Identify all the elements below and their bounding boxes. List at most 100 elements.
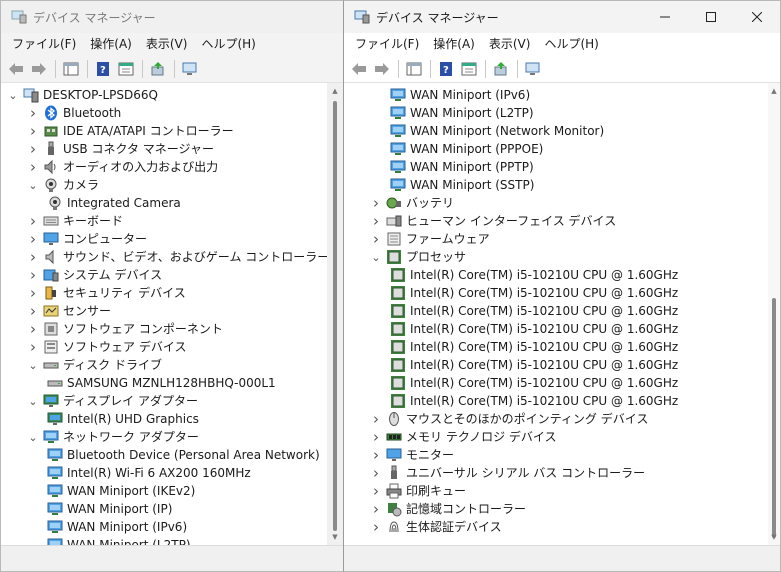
scrollbar-thumb[interactable] [772, 298, 776, 538]
device-category[interactable]: › オーディオの入力および出力 [27, 158, 218, 176]
scroll-down-icon[interactable]: ▼ [327, 533, 343, 541]
device-category[interactable]: › IDE ATA/ATAPI コントローラー [27, 122, 234, 140]
chevron-down-icon[interactable]: ⌄ [27, 392, 39, 410]
menu-help[interactable]: ヘルプ(H) [194, 33, 262, 55]
chevron-down-icon[interactable]: ⌄ [27, 428, 39, 446]
maximize-icon[interactable] [688, 1, 734, 33]
scan-hardware-icon[interactable] [179, 58, 201, 80]
chevron-right-icon[interactable]: › [27, 140, 39, 158]
device-category[interactable]: › ユニバーサル シリアル バス コントローラー [370, 464, 645, 482]
details-view-icon[interactable] [115, 58, 137, 80]
chevron-right-icon[interactable]: › [370, 446, 382, 464]
menu-file[interactable]: ファイル(F) [348, 33, 426, 55]
properties-pane-icon[interactable] [60, 58, 82, 80]
forward-arrow-icon[interactable] [28, 58, 50, 80]
chevron-down-icon[interactable]: ⌄ [370, 248, 382, 266]
chevron-right-icon[interactable]: › [370, 428, 382, 446]
chevron-down-icon[interactable]: ⌄ [7, 86, 19, 104]
chevron-right-icon[interactable]: › [370, 464, 382, 482]
device-category[interactable]: › ヒューマン インターフェイス デバイス [370, 212, 616, 230]
device-category[interactable]: › セキュリティ デバイス [27, 284, 186, 302]
chevron-right-icon[interactable]: › [27, 230, 39, 248]
chevron-right-icon[interactable]: › [27, 122, 39, 140]
device-category[interactable]: › ソフトウェア デバイス [27, 338, 186, 356]
device-category[interactable]: › モニター [370, 446, 454, 464]
device-category[interactable]: ⌄ ネットワーク アダプター [27, 428, 198, 446]
properties-pane-icon[interactable] [403, 58, 425, 80]
chevron-right-icon[interactable]: › [27, 302, 39, 320]
device-item[interactable]: Intel(R) Core(TM) i5-10210U CPU @ 1.60GH… [390, 284, 678, 302]
device-category[interactable]: ⌄ プロセッサ [370, 248, 466, 266]
device-category[interactable]: › マウスとそのほかのポインティング デバイス [370, 410, 648, 428]
device-category[interactable]: › ファームウェア [370, 230, 490, 248]
device-item[interactable]: Intel(R) Core(TM) i5-10210U CPU @ 1.60GH… [390, 356, 678, 374]
chevron-right-icon[interactable]: › [370, 482, 382, 500]
chevron-right-icon[interactable]: › [27, 104, 39, 122]
menu-file[interactable]: ファイル(F) [5, 33, 83, 55]
scroll-down-icon[interactable]: ▼ [768, 533, 780, 541]
device-item[interactable]: Intel(R) Core(TM) i5-10210U CPU @ 1.60GH… [390, 338, 678, 356]
chevron-right-icon[interactable]: › [27, 266, 39, 284]
chevron-right-icon[interactable]: › [27, 284, 39, 302]
device-category[interactable]: › メモリ テクノロジ デバイス [370, 428, 557, 446]
device-category[interactable]: › 記憶域コントローラー [370, 500, 526, 518]
vertical-scrollbar[interactable]: ▲ ▼ [768, 83, 780, 545]
details-view-icon[interactable] [458, 58, 480, 80]
chevron-right-icon[interactable]: › [27, 248, 39, 266]
device-item[interactable]: WAN Miniport (PPTP) [390, 158, 534, 176]
device-category[interactable]: › ソフトウェア コンポーネント [27, 320, 223, 338]
help-icon[interactable]: ? [435, 58, 457, 80]
device-item[interactable]: WAN Miniport (IPv6) [47, 518, 187, 536]
device-item[interactable]: WAN Miniport (IP) [47, 500, 172, 518]
vertical-scrollbar[interactable]: ▲ ▼ [327, 83, 343, 545]
device-category[interactable]: › USB コネクタ マネージャー [27, 140, 214, 158]
chevron-down-icon[interactable]: ⌄ [27, 176, 39, 194]
device-item[interactable]: Intel(R) Core(TM) i5-10210U CPU @ 1.60GH… [390, 374, 678, 392]
chevron-down-icon[interactable]: ⌄ [27, 356, 39, 374]
device-item[interactable]: Intel(R) Core(TM) i5-10210U CPU @ 1.60GH… [390, 392, 678, 410]
device-item[interactable]: WAN Miniport (PPPOE) [390, 140, 543, 158]
menu-view[interactable]: 表示(V) [482, 33, 538, 55]
chevron-right-icon[interactable]: › [370, 212, 382, 230]
computer-root[interactable]: ⌄ DESKTOP-LPSD66Q [7, 86, 158, 104]
device-category[interactable]: › システム デバイス [27, 266, 162, 284]
device-category[interactable]: › 印刷キュー [370, 482, 466, 500]
device-category[interactable]: › Bluetooth [27, 104, 121, 122]
chevron-right-icon[interactable]: › [27, 338, 39, 356]
menu-action[interactable]: 操作(A) [83, 33, 139, 55]
device-item[interactable]: Intel(R) Core(TM) i5-10210U CPU @ 1.60GH… [390, 320, 678, 338]
scroll-up-icon[interactable]: ▲ [768, 87, 780, 95]
device-category[interactable]: › キーボード [27, 212, 123, 230]
menu-view[interactable]: 表示(V) [139, 33, 195, 55]
device-item[interactable]: Integrated Camera [47, 194, 181, 212]
device-item[interactable]: WAN Miniport (IPv6) [390, 86, 530, 104]
chevron-right-icon[interactable]: › [370, 230, 382, 248]
device-item[interactable]: Intel(R) Core(TM) i5-10210U CPU @ 1.60GH… [390, 302, 678, 320]
device-item[interactable]: Intel(R) UHD Graphics [47, 410, 199, 428]
menu-help[interactable]: ヘルプ(H) [537, 33, 605, 55]
back-arrow-icon[interactable] [348, 58, 370, 80]
device-category[interactable]: ⌄ カメラ [27, 176, 99, 194]
forward-arrow-icon[interactable] [371, 58, 393, 80]
device-item[interactable]: SAMSUNG MZNLH128HBHQ-000L1 [47, 374, 276, 392]
chevron-right-icon[interactable]: › [27, 320, 39, 338]
chevron-right-icon[interactable]: › [27, 212, 39, 230]
scroll-up-icon[interactable]: ▲ [327, 87, 343, 95]
minimize-icon[interactable] [642, 1, 688, 33]
device-category[interactable]: › センサー [27, 302, 111, 320]
device-item[interactable]: WAN Miniport (IKEv2) [47, 482, 195, 500]
device-item[interactable]: WAN Miniport (SSTP) [390, 176, 534, 194]
device-category[interactable]: › コンピューター [27, 230, 147, 248]
close-icon[interactable] [734, 1, 780, 33]
chevron-right-icon[interactable]: › [370, 518, 382, 536]
chevron-right-icon[interactable]: › [370, 194, 382, 212]
scan-hardware-icon[interactable] [522, 58, 544, 80]
device-category[interactable]: › サウンド、ビデオ、およびゲーム コントローラー [27, 248, 327, 266]
scrollbar-thumb[interactable] [333, 101, 337, 531]
chevron-right-icon[interactable]: › [370, 410, 382, 428]
device-item[interactable]: WAN Miniport (L2TP) [390, 104, 534, 122]
device-category[interactable]: › バッテリ [370, 194, 454, 212]
device-item[interactable]: Intel(R) Core(TM) i5-10210U CPU @ 1.60GH… [390, 266, 678, 284]
device-category[interactable]: ⌄ ディスプレイ アダプター [27, 392, 198, 410]
chevron-right-icon[interactable]: › [370, 500, 382, 518]
